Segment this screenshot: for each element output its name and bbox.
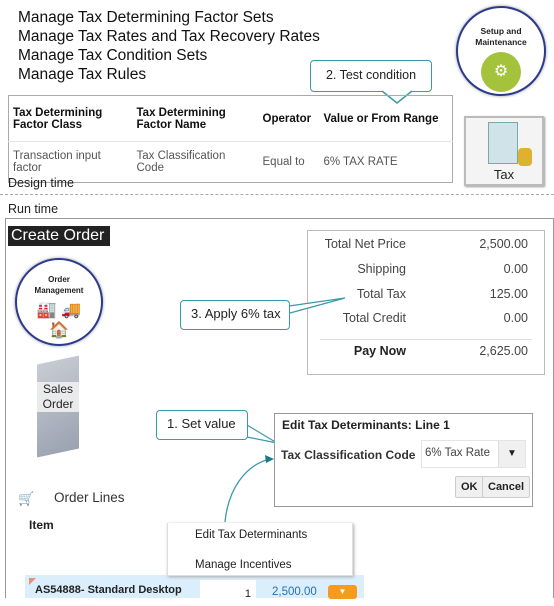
callout-text: 1. Set value [167,416,236,431]
chevron-down-icon[interactable]: ▼ [498,441,525,467]
actions-menu: Edit Tax Determinants Manage Incentives [167,523,353,576]
ok-button[interactable]: OK [455,476,484,498]
line-amount: 2,500.00 [272,586,317,598]
callout-apply-tax: 3. Apply 6% tax [180,300,290,330]
cart-icon: 🛒 [18,491,35,506]
quantity-input[interactable]: 1 [200,580,256,606]
select-value: 6% Tax Rate [425,447,490,459]
actions-menu-button[interactable]: ▼ [328,585,357,599]
edit-tax-determinants-dialog: Edit Tax Determinants: Line 1 Tax Classi… [274,413,533,507]
callout-text: 3. Apply 6% tax [191,306,281,321]
order-line-row[interactable]: AS54888- Standard Desktop 1 2,500.00 ▼ [25,575,364,606]
tax-classification-select[interactable]: 6% Tax Rate ▼ [421,440,526,468]
callout-set-value: 1. Set value [156,410,248,440]
field-label: Tax Classification Code [281,448,416,462]
order-lines-header: Order Lines [54,490,125,505]
menu-item-manage-incentives[interactable]: Manage Incentives [195,559,292,571]
menu-item-edit-tax-determinants[interactable]: Edit Tax Determinants [195,529,307,541]
dialog-title: Edit Tax Determinants: Line 1 [282,418,450,432]
item-column-header: Item [29,518,54,532]
item-name[interactable]: AS54888- Standard Desktop [35,584,182,596]
cancel-button[interactable]: Cancel [482,476,531,498]
connector-lines [224,297,346,586]
